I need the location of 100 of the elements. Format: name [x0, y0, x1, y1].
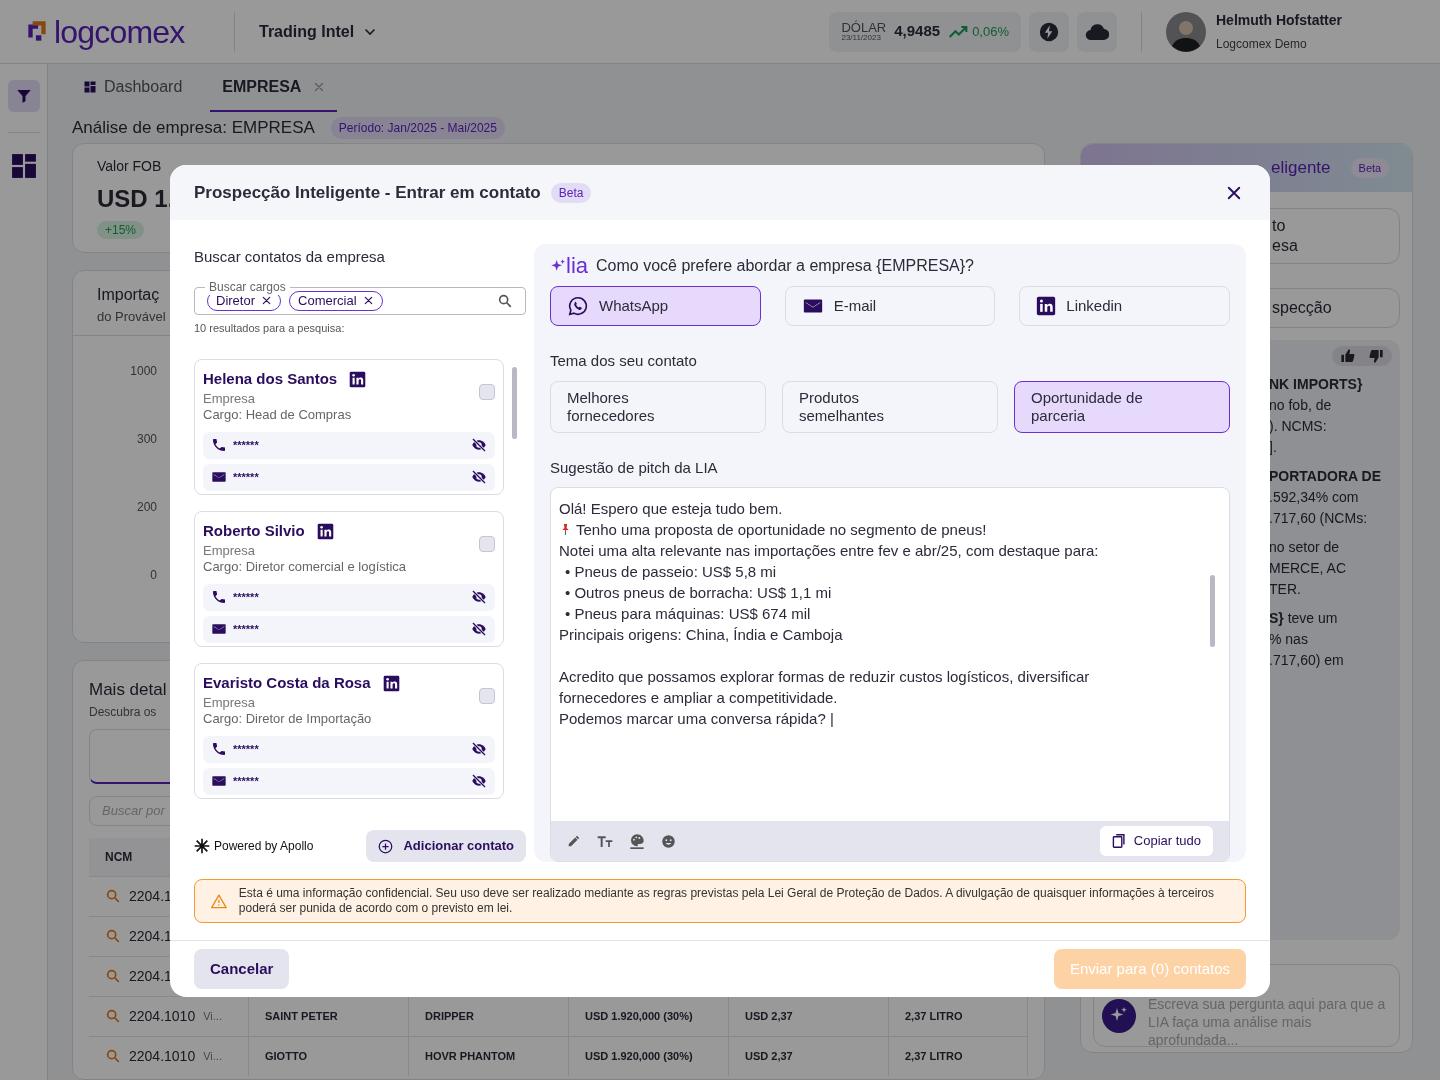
user-org: Logcomex Demo [1216, 36, 1308, 53]
change-badge: +15% [97, 221, 145, 239]
ncm-cell-text: 2204.1 [129, 886, 172, 906]
contact-role: Cargo: Diretor de Importação [203, 710, 373, 727]
cloud-button[interactable] [1077, 11, 1117, 52]
copy-all-button[interactable]: Copiar tudo [1099, 826, 1213, 856]
channel-option[interactable]: WhatsApp [550, 286, 761, 326]
thumbs-up-icon[interactable] [1340, 348, 1356, 364]
contact-checkbox[interactable] [479, 536, 495, 552]
mail-icon [211, 773, 227, 789]
reveal-button[interactable] [471, 741, 487, 757]
table-cell-text: USD 1.920,000 (30%) [585, 1048, 693, 1064]
linkedin-icon [316, 522, 334, 540]
table-cell-text: USD 2,37 [745, 1048, 793, 1064]
axis-tick: 0 [150, 566, 157, 584]
pitch-line: Acredito que possamos explorar formas de reduzir custos logísticos, diversificar fornecedores e ampliar a competitividade. [559, 667, 1091, 708]
ncm-cell-text: 2204.1010 [129, 1046, 196, 1066]
copy-icon [1111, 833, 1126, 849]
thumbs-down-icon[interactable] [1368, 348, 1384, 364]
reveal-button[interactable] [471, 773, 487, 789]
pitch-line: Tenho uma proposta de oportunidade no segmento de pneus! [576, 520, 987, 540]
answer-paragraph: S} teve um % nas .717,60) em [1269, 609, 1344, 670]
section-heading: Tema dos seu contato [550, 351, 698, 371]
table-cell-text: HOVR PHANTOM [425, 1048, 516, 1064]
card-subtitle: do Provável [97, 308, 166, 326]
ncm-cell-text: 2204.1010 [129, 1006, 196, 1026]
filter-button[interactable] [7, 80, 40, 112]
section-heading: Sugestão de pitch da LIA [550, 457, 719, 478]
ncm-cell-text: 2204.1 [129, 966, 172, 986]
search-icon [105, 1008, 121, 1024]
reveal-button[interactable] [471, 589, 487, 605]
contact-checkbox[interactable] [479, 688, 495, 704]
reveal-button[interactable] [471, 621, 487, 637]
contact-checkbox[interactable] [479, 384, 495, 400]
trend-up-icon [948, 24, 969, 39]
masked-value: ****** [233, 773, 260, 789]
bolt-icon [1039, 21, 1059, 42]
period-badge: Período: Jan/2025 - Mai/2025 [330, 116, 505, 139]
description-cell-text: Vi... [203, 1048, 222, 1064]
eye-off-icon [471, 621, 487, 637]
pitch-line: • Pneus para máquinas: US$ 674 mil [565, 604, 811, 624]
phone-icon [211, 437, 227, 453]
table-cell-text: GIOTTO [265, 1048, 307, 1064]
search-icon [105, 928, 121, 944]
pitch-text-area[interactable] [550, 487, 1230, 862]
contact-company: Empresa [203, 694, 257, 711]
warning-text: Esta é uma informação confidencial. Seu uso deve ser realizado mediante as regras previstas pela Lei Geral de Proteção de Dados. A divulgação de quaisquer informações à terceiros poderá ser punida de acordo com o previsto em lei. [238, 886, 1216, 916]
assistant-logo: lia [566, 255, 588, 277]
topic-option[interactable]: Oportunidade de parceria [1014, 380, 1230, 433]
remove-icon [261, 295, 272, 306]
table-cell-text: 2,37 LITRO [905, 1008, 963, 1024]
masked-value: ****** [233, 621, 260, 637]
channel-option[interactable]: E-mail [784, 286, 996, 326]
pitch-line: • Pneus de passeio: US$ 5,8 mi [565, 562, 777, 582]
card-title: Importaç [97, 285, 160, 305]
panel-title: eligente [1271, 157, 1331, 180]
axis-tick: 300 [136, 430, 157, 448]
assistant-avatar-icon [1102, 999, 1136, 1033]
tab[interactable]: EMPRESA [210, 64, 338, 112]
masked-value: ****** [233, 741, 260, 757]
whatsapp-icon [567, 295, 589, 317]
scrollbar[interactable] [512, 367, 517, 439]
cancel-button[interactable]: Cancelar [194, 949, 290, 989]
beta-badge: Beta [550, 182, 592, 203]
pitch-line: Principais origens: China, Índia e Camboja [559, 625, 843, 645]
masked-value: ****** [233, 589, 260, 605]
topic-option[interactable]: Melhores fornecedores [550, 380, 766, 433]
modal-title: Prospecção Inteligente - Entrar em contato [194, 181, 541, 204]
reveal-button[interactable] [471, 437, 487, 453]
bolt-button[interactable] [1029, 11, 1069, 52]
reveal-button[interactable] [471, 469, 487, 485]
ncm-cell-text: 2204.1 [129, 926, 172, 946]
pencil-icon[interactable] [567, 834, 581, 848]
table-cell-text: USD 2,37 [745, 1008, 793, 1024]
user-name: Helmuth Hofstatter [1216, 11, 1343, 30]
emoji-icon[interactable] [661, 833, 676, 849]
page-title: Análise de empresa: EMPRESA [72, 116, 315, 139]
product-dropdown[interactable]: Trading Intel [259, 19, 379, 44]
channel-option[interactable]: Linkedin [1019, 286, 1230, 326]
text-size-icon[interactable] [597, 834, 613, 848]
powered-by-text: Powered by Apollo [214, 838, 314, 855]
tab[interactable]: Dashboard [72, 64, 195, 112]
pitch-line: Notei uma alta relevante nas importações entre fev e abr/25, com destaque para: [559, 541, 1099, 561]
currency-value: 4,9485 [894, 21, 941, 42]
table-cell-text: SAINT PETER [265, 1008, 338, 1024]
linkedin-icon [349, 370, 367, 388]
search-icon [105, 888, 121, 904]
table-cell-text: USD 1.920,000 (30%) [585, 1008, 693, 1024]
section-heading: Buscar contatos da empresa [194, 247, 386, 267]
masked-value: ****** [233, 469, 260, 485]
result-count: 10 resultados para a pesquisa: [194, 320, 346, 336]
add-contact-button[interactable]: Adicionar contato [366, 830, 526, 862]
topic-option[interactable]: Produtos semelhantes [782, 380, 998, 433]
metric-label: Valor FOB [97, 157, 162, 176]
scrollbar[interactable] [1210, 575, 1215, 647]
palette-icon[interactable] [629, 833, 645, 849]
dashboard-icon [10, 153, 37, 179]
search-icon [497, 292, 513, 309]
answer-paragraph: no setor de MERCE, AC TER. [1269, 538, 1346, 599]
masked-value: ****** [233, 437, 260, 453]
